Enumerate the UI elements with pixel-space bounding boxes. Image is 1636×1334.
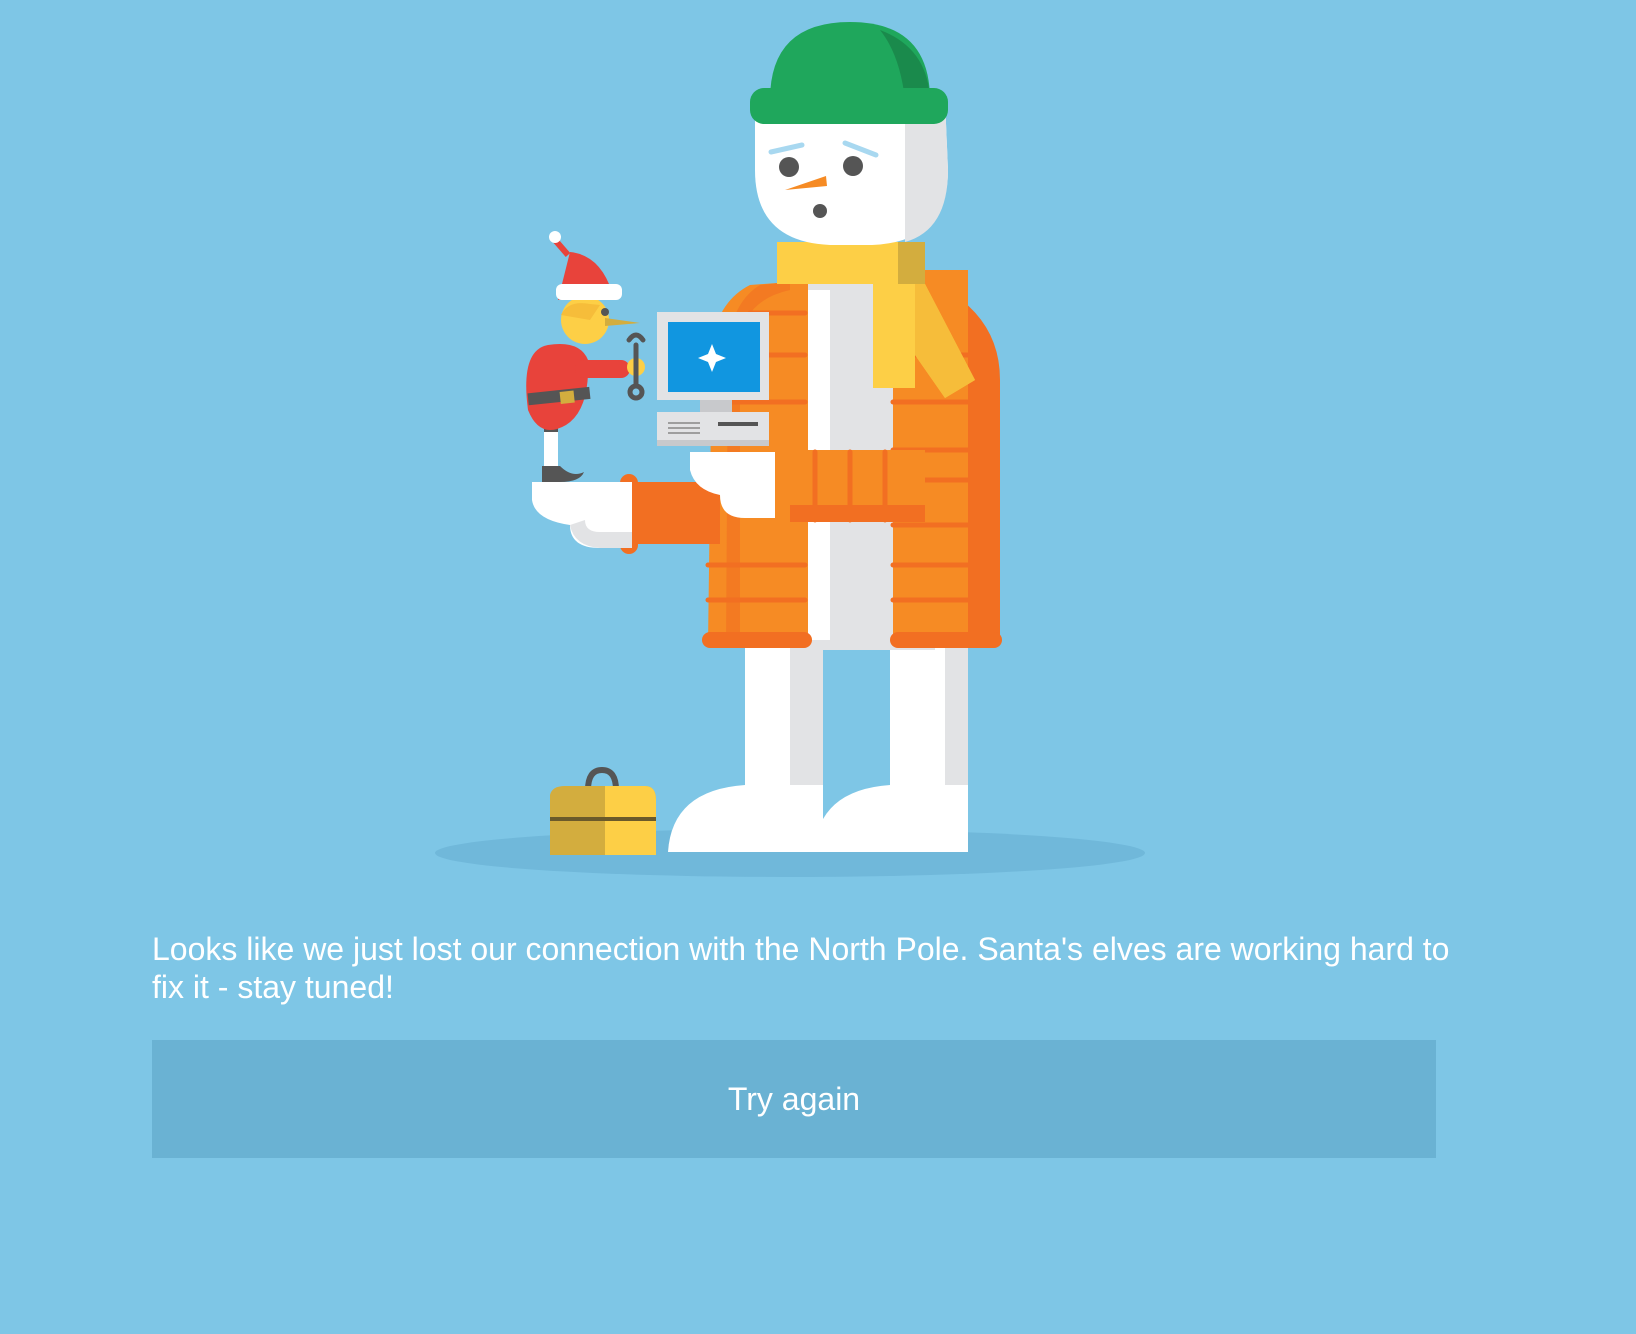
- try-again-button[interactable]: Try again: [152, 1040, 1436, 1158]
- beanie-hat-icon: [750, 22, 948, 124]
- computer-icon: [657, 312, 769, 446]
- snowman-elf-illustration: [435, 22, 1145, 877]
- left-eye: [779, 157, 799, 177]
- elf-icon: [526, 231, 646, 482]
- connection-error-message: Looks like we just lost our connection w…: [152, 931, 1450, 1005]
- snowman-legs: [668, 640, 968, 852]
- toolbox-icon: [550, 766, 656, 855]
- error-page: Looks like we just lost our connection w…: [0, 0, 1636, 1334]
- snowman-left-arm: [532, 474, 720, 554]
- mouth: [813, 204, 827, 218]
- right-eye: [843, 156, 863, 176]
- snowman-right-arm: [690, 449, 925, 523]
